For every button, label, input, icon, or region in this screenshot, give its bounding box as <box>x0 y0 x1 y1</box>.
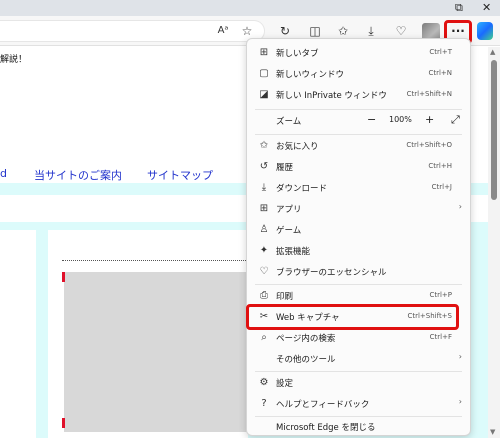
scrollbar-thumb[interactable] <box>491 60 497 200</box>
menu-item-label: 新しいウィンドウ <box>276 70 345 80</box>
menu-item-downloads[interactable]: ⤓ ダウンロード Ctrl+J <box>247 178 470 198</box>
menu-item-shortcut: Ctrl+F <box>429 333 452 341</box>
menu-item-history[interactable]: ↺ 履歴 Ctrl+H <box>247 157 470 177</box>
menu-item-more-tools[interactable]: その他のツール › <box>247 349 470 369</box>
settings-icon: ⚙ <box>259 377 269 388</box>
menu-item-new-tab[interactable]: ⊞ 新しいタブ Ctrl+T <box>247 43 470 63</box>
web-capture-highlight <box>246 304 459 330</box>
dotted-divider <box>62 260 252 261</box>
zoom-out-button[interactable]: − <box>367 113 376 126</box>
menu-separator <box>255 134 462 135</box>
zoom-level: 100% <box>389 115 412 124</box>
help-icon: ? <box>261 398 267 409</box>
find-icon: ⌕ <box>261 332 267 343</box>
history-icon: ↺ <box>259 161 269 172</box>
window-close-icon[interactable]: ✕ <box>482 1 491 15</box>
menu-item-shortcut: Ctrl+Shift+O <box>406 141 452 149</box>
read-aloud-icon[interactable]: Aᵃ <box>214 22 232 40</box>
menu-item-new-inprivate[interactable]: ◪ 新しい InPrivate ウィンドウ Ctrl+Shift+N <box>247 85 470 105</box>
download-icon: ⤓ <box>261 182 267 193</box>
scroll-down-icon[interactable]: ▼ <box>490 428 495 436</box>
menu-item-label: ダウンロード <box>276 184 328 194</box>
menu-item-label: ヘルプとフィードバック <box>276 400 370 410</box>
menu-separator <box>255 109 462 110</box>
menu-item-settings[interactable]: ⚙ 設定 <box>247 373 470 393</box>
menu-item-apps[interactable]: ⊞ アプリ › <box>247 199 470 219</box>
zoom-in-button[interactable]: + <box>425 113 434 126</box>
menu-item-label: ゲーム <box>276 226 302 236</box>
menu-item-label: 履歴 <box>276 163 294 173</box>
content-image <box>64 272 250 432</box>
menu-item-label: 設定 <box>276 379 294 389</box>
menu-item-print[interactable]: ⎙ 印刷 Ctrl+P <box>247 286 470 306</box>
fullscreen-icon[interactable]: ⤢ <box>451 113 460 127</box>
menu-item-help-feedback[interactable]: ? ヘルプとフィードバック › <box>247 394 470 414</box>
favorites-icon: ✩ <box>259 140 269 151</box>
menu-item-new-window[interactable]: ▢ 新しいウィンドウ Ctrl+N <box>247 64 470 84</box>
print-icon: ⎙ <box>260 290 268 301</box>
copilot-icon[interactable] <box>477 22 493 40</box>
extensions-icon: ✦ <box>259 245 269 256</box>
menu-item-find-on-page[interactable]: ⌕ ページ内の検索 Ctrl+F <box>247 328 470 348</box>
menu-item-label: アプリ <box>276 205 302 215</box>
menu-item-browser-essentials[interactable]: ♡ ブラウザーのエッセンシャル <box>247 262 470 282</box>
menu-separator <box>255 284 462 285</box>
zoom-label: ズーム <box>276 117 302 127</box>
apps-icon: ⊞ <box>259 203 269 214</box>
menu-item-label: 拡張機能 <box>276 247 311 257</box>
menu-item-games[interactable]: ♙ ゲーム <box>247 220 470 240</box>
games-icon: ♙ <box>259 224 269 235</box>
red-marker <box>62 418 65 428</box>
nav-link-sitemap[interactable]: サイトマップ <box>147 167 213 183</box>
menu-separator <box>255 371 462 372</box>
inprivate-icon: ◪ <box>259 89 269 100</box>
nav-link-partial[interactable]: d <box>0 167 7 180</box>
menu-item-shortcut: Ctrl+T <box>429 48 452 56</box>
left-column <box>0 230 36 438</box>
submenu-arrow-icon: › <box>458 397 462 406</box>
menu-item-label: 新しい InPrivate ウィンドウ <box>276 91 387 101</box>
new-tab-icon: ⊞ <box>259 47 269 58</box>
new-window-icon: ▢ <box>259 68 269 79</box>
menu-item-shortcut: Ctrl+N <box>428 69 452 77</box>
menu-item-close-edge[interactable]: Microsoft Edge を閉じる <box>247 417 470 437</box>
menu-item-shortcut: Ctrl+P <box>429 291 452 299</box>
menu-item-zoom: ズーム − 100% + ⤢ <box>247 111 470 131</box>
submenu-arrow-icon: › <box>458 202 462 211</box>
menu-item-label: 新しいタブ <box>276 49 319 59</box>
nav-link-site-guide[interactable]: 当サイトのご案内 <box>34 167 122 183</box>
submenu-arrow-icon: › <box>458 352 462 361</box>
menu-item-label: ページ内の検索 <box>276 334 336 344</box>
page-header-text: 解説！ <box>0 55 28 65</box>
menu-item-label: ブラウザーのエッセンシャル <box>276 268 387 278</box>
menu-item-shortcut: Ctrl+J <box>431 183 452 191</box>
menu-item-label: その他のツール <box>276 355 336 365</box>
tab-strip: ⧉ ✕ <box>0 0 500 16</box>
menu-item-label: Microsoft Edge を閉じる <box>276 423 376 433</box>
menu-item-shortcut: Ctrl+H <box>428 162 452 170</box>
settings-menu: ⊞ 新しいタブ Ctrl+T ▢ 新しいウィンドウ Ctrl+N ◪ 新しい I… <box>246 38 471 436</box>
menu-item-favorites[interactable]: ✩ お気に入り Ctrl+Shift+O <box>247 136 470 156</box>
scroll-up-icon[interactable]: ▲ <box>490 48 495 56</box>
window-restore-icon[interactable]: ⧉ <box>455 1 463 15</box>
essentials-icon: ♡ <box>259 266 269 277</box>
menu-item-label: お気に入り <box>276 142 319 152</box>
menu-item-extensions[interactable]: ✦ 拡張機能 <box>247 241 470 261</box>
red-marker <box>62 272 65 282</box>
menu-item-label: 印刷 <box>276 292 294 302</box>
menu-item-shortcut: Ctrl+Shift+N <box>406 90 452 98</box>
